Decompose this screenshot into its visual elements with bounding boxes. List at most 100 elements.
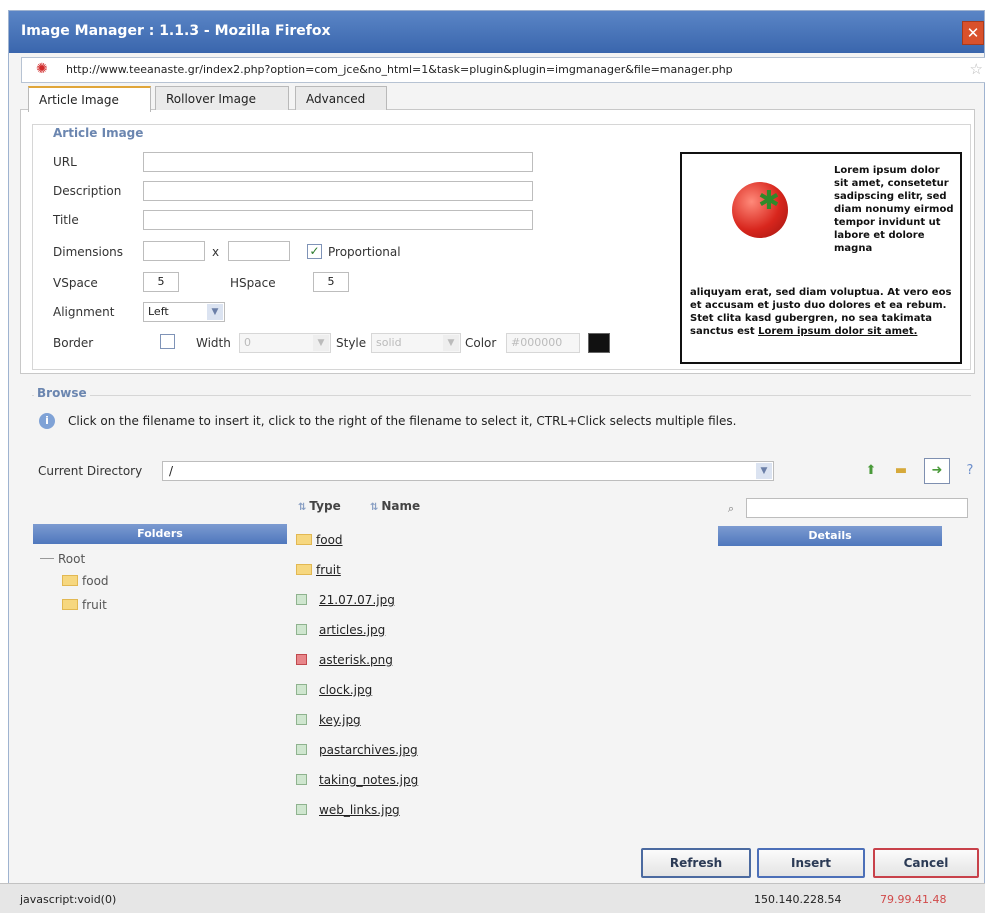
border-style-value: solid <box>376 336 402 349</box>
file-list-item[interactable]: fruit <box>296 563 341 577</box>
alignment-select[interactable]: Left ▼ <box>143 302 225 322</box>
border-color-input[interactable]: #000000 <box>506 333 580 353</box>
file-list-item[interactable]: 21.07.07.jpg <box>296 593 395 607</box>
file-list-item[interactable]: food <box>296 533 343 547</box>
image-file-icon <box>296 744 307 755</box>
proportional-checkbox[interactable]: ✓ <box>307 244 322 259</box>
image-file-icon <box>296 684 307 695</box>
status-ip-remote: 79.99.41.48 <box>880 893 947 906</box>
alignment-value: Left <box>148 305 169 318</box>
border-style-select[interactable]: solid ▼ <box>371 333 461 353</box>
tomato-leaf-icon: ✱ <box>758 186 780 216</box>
border-label: Border <box>53 336 94 350</box>
bookmark-star-icon[interactable]: ☆ <box>970 60 983 78</box>
tree-item-food[interactable]: food <box>62 574 109 588</box>
file-search-input[interactable] <box>746 498 968 518</box>
file-list-item[interactable]: pastarchives.jpg <box>296 743 418 757</box>
article-image-legend: Article Image <box>50 126 147 140</box>
type-header-label: Type <box>309 499 341 513</box>
description-label: Description <box>53 184 122 198</box>
details-header: Details <box>718 526 942 546</box>
folder-up-icon[interactable]: ⬆ <box>862 462 880 480</box>
preview-text-bottom-underlined: Lorem ipsum dolor sit amet. <box>758 326 918 337</box>
sort-icon: ⇅ <box>370 502 379 513</box>
name-column-header[interactable]: ⇅ Name <box>370 499 420 513</box>
name-header-label: Name <box>381 499 421 513</box>
tree-root[interactable]: Root <box>40 552 85 566</box>
file-name: web_links.jpg <box>319 803 400 817</box>
status-ip-local: 150.140.228.54 <box>754 893 842 906</box>
window-title: Image Manager : 1.1.3 - Mozilla Firefox <box>21 23 331 39</box>
insert-button[interactable]: Insert <box>757 848 865 878</box>
search-icon: ⌕ <box>727 502 735 515</box>
tree-root-label: Root <box>58 552 86 566</box>
folder-icon <box>62 599 78 610</box>
image-file-icon <box>296 624 307 635</box>
new-folder-icon[interactable]: ▬ <box>892 462 910 480</box>
proportional-label: Proportional <box>328 245 401 259</box>
alignment-label: Alignment <box>53 305 115 319</box>
current-directory-select[interactable]: / ▼ <box>162 461 774 481</box>
refresh-button[interactable]: Refresh <box>641 848 751 878</box>
title-input[interactable] <box>143 210 533 230</box>
url-input[interactable] <box>143 152 533 172</box>
file-name: pastarchives.jpg <box>319 743 418 757</box>
file-name: articles.jpg <box>319 623 386 637</box>
file-name: food <box>316 533 343 547</box>
png-file-icon <box>296 654 307 665</box>
hspace-input[interactable]: 5 <box>313 272 349 292</box>
current-directory-label: Current Directory <box>38 464 143 478</box>
file-list-item[interactable]: key.jpg <box>296 713 361 727</box>
vspace-input[interactable]: 5 <box>143 272 179 292</box>
image-file-icon <box>296 804 307 815</box>
tree-item-fruit[interactable]: fruit <box>62 598 107 612</box>
status-text: javascript:void(0) <box>20 893 117 906</box>
type-column-header[interactable]: ⇅ Type <box>298 499 341 513</box>
border-width-select[interactable]: 0 ▼ <box>239 333 331 353</box>
folder-icon <box>296 534 312 545</box>
tab-rollover-image[interactable]: Rollover Image <box>155 86 289 110</box>
tab-advanced[interactable]: Advanced <box>295 86 387 110</box>
site-icon: ✺ <box>36 61 48 77</box>
description-input[interactable] <box>143 181 533 201</box>
dimensions-separator: x <box>212 245 220 259</box>
browse-divider <box>32 395 971 396</box>
cancel-button[interactable]: Cancel <box>873 848 979 878</box>
info-icon: i <box>39 413 55 429</box>
title-bar: Image Manager : 1.1.3 - Mozilla Firefox <box>9 11 984 53</box>
folder-icon <box>62 575 78 586</box>
file-name: asterisk.png <box>319 653 393 667</box>
file-name: taking_notes.jpg <box>319 773 419 787</box>
hspace-label: HSpace <box>230 276 276 290</box>
image-file-icon <box>296 714 307 725</box>
file-list-item[interactable]: articles.jpg <box>296 623 385 637</box>
width-input[interactable] <box>143 241 205 261</box>
tree-item-label: food <box>82 574 109 588</box>
file-list-item[interactable]: clock.jpg <box>296 683 372 697</box>
color-picker-swatch[interactable] <box>588 333 610 353</box>
dimensions-label: Dimensions <box>53 245 124 259</box>
url-label: URL <box>53 155 77 169</box>
file-name: clock.jpg <box>319 683 373 697</box>
border-style-label: Style <box>336 336 367 350</box>
chevron-down-icon: ▼ <box>313 335 329 351</box>
file-list-item[interactable]: web_links.jpg <box>296 803 400 817</box>
help-icon[interactable]: ? <box>961 462 979 480</box>
border-checkbox[interactable] <box>160 334 175 349</box>
vspace-label: VSpace <box>53 276 98 290</box>
border-width-label: Width <box>196 336 231 350</box>
file-list-item[interactable]: taking_notes.jpg <box>296 773 418 787</box>
file-name: fruit <box>316 563 341 577</box>
upload-icon[interactable]: ➜ <box>924 458 950 484</box>
folders-header: Folders <box>33 524 287 544</box>
close-button[interactable]: ✕ <box>962 21 984 45</box>
height-input[interactable] <box>228 241 290 261</box>
address-bar[interactable]: ✺ http://www.teeanaste.gr/index2.php?opt… <box>21 57 985 83</box>
file-list-item[interactable]: asterisk.png <box>296 653 393 667</box>
url-text: http://www.teeanaste.gr/index2.php?optio… <box>66 63 733 76</box>
border-width-value: 0 <box>244 336 251 349</box>
chevron-down-icon: ▼ <box>443 335 459 351</box>
tab-article-image[interactable]: Article Image <box>28 86 151 112</box>
border-color-label: Color <box>465 336 497 350</box>
tree-item-label: fruit <box>82 598 107 612</box>
